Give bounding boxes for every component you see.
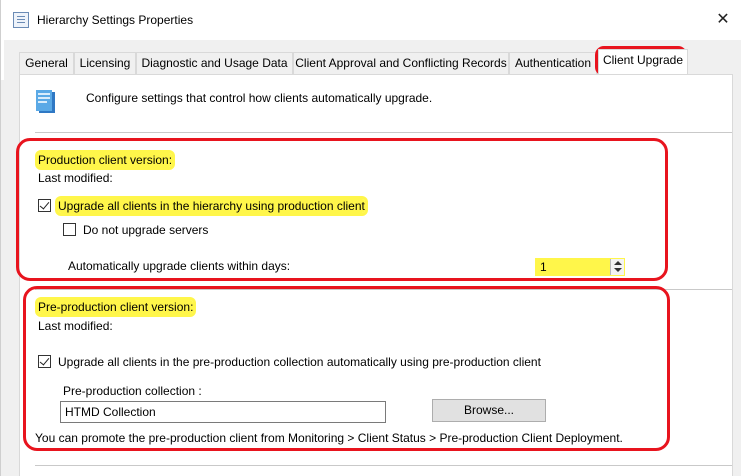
tab-licensing[interactable]: Licensing <box>74 52 136 74</box>
dialog-properties-icon <box>13 12 29 28</box>
dialog-title: Hierarchy Settings Properties <box>37 13 194 27</box>
tab-diagnostic-usage-data[interactable]: Diagnostic and Usage Data <box>136 52 293 74</box>
tab-client-approval[interactable]: Client Approval and Conflicting Records <box>293 52 509 74</box>
title-bar: Hierarchy Settings Properties ✕ <box>1 0 741 40</box>
tab-client-upgrade[interactable]: Client Upgrade <box>598 49 688 74</box>
separator <box>35 465 732 466</box>
hierarchy-settings-dialog: Hierarchy Settings Properties ✕ General … <box>0 0 741 476</box>
separator <box>35 132 732 133</box>
client-upgrade-icon <box>36 90 55 113</box>
tab-authentication[interactable]: Authentication <box>509 52 597 74</box>
header-description: Configure settings that control how clie… <box>86 91 433 105</box>
annotation-preproduction-section <box>23 286 670 451</box>
tab-general[interactable]: General <box>19 52 74 74</box>
background-edge <box>1 40 4 80</box>
annotation-production-section <box>16 138 668 281</box>
close-button[interactable]: ✕ <box>713 10 733 30</box>
